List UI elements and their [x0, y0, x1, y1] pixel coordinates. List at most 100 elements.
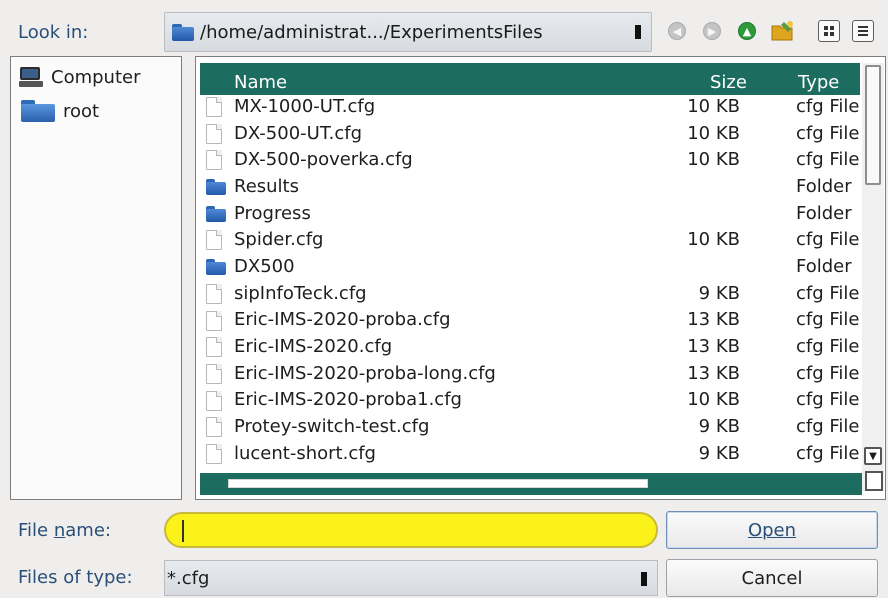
file-name-cell: lucent-short.cfg	[234, 442, 376, 464]
file-icon	[206, 123, 222, 144]
file-size-cell: 13 KB	[687, 309, 740, 331]
row-icon	[206, 204, 226, 224]
file-type-cell: cfg File	[796, 389, 860, 411]
row-icon	[206, 150, 224, 171]
look-in-combo[interactable]: /home/administrat.../ExperimentsFiles	[164, 12, 652, 52]
file-name-cell: Results	[234, 175, 299, 197]
cancel-button[interactable]: Cancel	[666, 559, 878, 597]
file-name-cell: DX-500-UT.cfg	[234, 122, 363, 144]
column-header-name[interactable]: Name	[234, 72, 287, 93]
folder-icon	[206, 205, 226, 222]
file-icon	[206, 337, 222, 358]
detail-view-button[interactable]	[850, 18, 876, 44]
file-type-cell: cfg File	[796, 416, 860, 438]
file-size-cell: 9 KB	[698, 442, 740, 464]
file-icon	[206, 283, 222, 304]
row-icon	[206, 97, 224, 117]
file-type-cell: cfg File	[796, 229, 860, 251]
file-row[interactable]: Spider.cfg 10 KB cfg File	[196, 226, 860, 253]
sidebar-item-root[interactable]: root	[19, 97, 99, 125]
dropdown-arrow-icon[interactable]	[637, 569, 651, 589]
detail-view-icon	[852, 20, 874, 42]
row-icon	[206, 363, 224, 384]
file-row[interactable]: Eric-IMS-2020-proba.cfg 13 KB cfg File	[196, 307, 860, 334]
back-button[interactable]: ◀	[664, 18, 690, 44]
back-icon: ◀	[668, 22, 686, 40]
file-size-cell: 10 KB	[687, 229, 740, 251]
file-row[interactable]: DX-500-UT.cfg 10 KB cfg File	[196, 120, 860, 147]
file-icon	[206, 310, 222, 331]
file-row[interactable]: Eric-IMS-2020.cfg 13 KB cfg File	[196, 333, 860, 360]
file-row[interactable]: Progress Folder	[196, 200, 860, 227]
file-name-cell: sipInfoTeck.cfg	[234, 282, 367, 304]
file-row[interactable]: DX-500-poverka.cfg 10 KB cfg File	[196, 146, 860, 173]
file-size-cell: 13 KB	[687, 362, 740, 384]
row-icon	[206, 443, 224, 464]
file-row[interactable]: MX-1000-UT.cfg 10 KB cfg File	[196, 93, 860, 120]
file-type-cell: cfg File	[796, 149, 860, 171]
forward-icon: ▶	[703, 22, 721, 40]
row-icon	[206, 390, 224, 411]
sidebar-item-label: Computer	[51, 66, 141, 88]
file-row[interactable]: DX500 Folder	[196, 253, 860, 280]
vertical-scrollbar[interactable]: ▼	[862, 63, 884, 491]
file-row[interactable]: Eric-IMS-2020-proba-long.cfg 13 KB cfg Fil…	[196, 360, 860, 387]
dropdown-arrow-icon[interactable]	[631, 22, 645, 42]
file-type-cell: cfg File	[796, 336, 860, 358]
file-name-cell: DX500	[234, 255, 295, 277]
horizontal-scroll-thumb[interactable]	[228, 479, 648, 488]
row-icon	[206, 337, 224, 358]
list-view-button[interactable]	[816, 18, 842, 44]
file-row[interactable]: Results Folder	[196, 173, 860, 200]
file-type-cell: cfg File	[796, 362, 860, 384]
file-row[interactable]: Protey-switch-test.cfg 9 KB cfg File	[196, 413, 860, 440]
file-list: Name Size Type MX-1000-UT.cfg 10 KB cfg Fi…	[195, 56, 886, 500]
file-name-input[interactable]	[164, 512, 658, 548]
sidebar-item-computer[interactable]: Computer	[19, 63, 140, 91]
vertical-scroll-thumb[interactable]	[865, 65, 881, 185]
file-row[interactable]: Eric-IMS-2020-proba1.cfg 10 KB cfg File	[196, 387, 860, 414]
file-icon	[206, 390, 222, 411]
file-icon	[206, 363, 222, 384]
scrollbar-corner	[865, 471, 883, 491]
folder-icon	[206, 259, 226, 276]
file-type-cell: cfg File	[796, 95, 860, 117]
file-name-cell: Eric-IMS-2020-proba-long.cfg	[234, 362, 496, 384]
file-icon	[206, 230, 222, 251]
file-row[interactable]: sipInfoTeck.cfg 9 KB cfg File	[196, 280, 860, 307]
file-size-cell: 9 KB	[698, 416, 740, 438]
file-size-cell: 13 KB	[687, 336, 740, 358]
horizontal-scrollbar[interactable]	[200, 473, 862, 495]
text-caret	[182, 520, 184, 542]
file-type-cell: cfg File	[796, 309, 860, 331]
folder-icon	[21, 100, 55, 122]
open-button[interactable]: Open	[666, 511, 878, 549]
forward-button[interactable]: ▶	[699, 18, 725, 44]
row-icon	[206, 417, 224, 438]
file-size-cell: 10 KB	[687, 95, 740, 117]
file-type-cell: cfg File	[796, 122, 860, 144]
row-icon	[206, 283, 224, 304]
column-header-type[interactable]: Type	[798, 72, 839, 93]
file-type-cell: cfg File	[796, 442, 860, 464]
row-icon	[206, 257, 226, 277]
file-row[interactable]: lucent-short.cfg 9 KB cfg File	[196, 440, 860, 467]
parent-directory-button[interactable]: ▲	[734, 18, 760, 44]
column-header-size[interactable]: Size	[710, 72, 747, 93]
row-icon	[206, 230, 224, 251]
look-in-label: Look in:	[18, 22, 89, 43]
file-name-cell: DX-500-poverka.cfg	[234, 149, 413, 171]
file-size-cell: 10 KB	[687, 149, 740, 171]
folder-icon	[206, 179, 226, 196]
file-name-cell: Progress	[234, 202, 311, 224]
row-icon	[206, 177, 226, 197]
scroll-down-arrow-icon[interactable]: ▼	[864, 447, 882, 465]
new-folder-button[interactable]	[770, 18, 796, 44]
row-icon	[206, 310, 224, 331]
file-name-cell: Spider.cfg	[234, 229, 324, 251]
file-name-label: File name:	[18, 520, 111, 541]
file-icon	[206, 150, 222, 171]
files-of-type-combo[interactable]: *.cfg	[164, 560, 658, 596]
file-name-cell: Eric-IMS-2020-proba1.cfg	[234, 389, 462, 411]
file-name-cell: Eric-IMS-2020-proba.cfg	[234, 309, 451, 331]
